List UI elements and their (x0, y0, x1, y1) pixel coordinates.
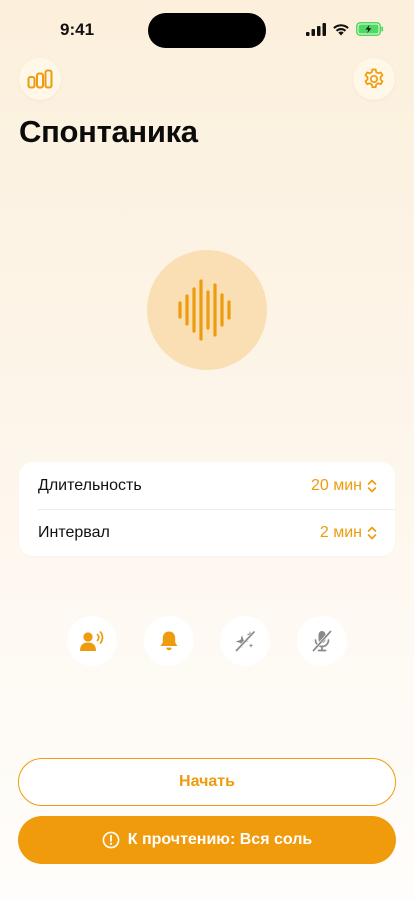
duration-row[interactable]: Длительность 20 мин (19, 462, 395, 509)
settings-button[interactable] (353, 58, 395, 100)
waveform-button[interactable] (147, 250, 267, 370)
wifi-icon (333, 23, 349, 35)
interval-value: 2 мин (319, 523, 362, 541)
chevron-up-down-icon (367, 526, 377, 539)
reading-button-label: К прочтению: Вся соль (127, 831, 313, 848)
gear-icon (364, 68, 384, 88)
sparkles-toggle[interactable] (220, 616, 270, 666)
status-time: 9:41 (60, 20, 95, 39)
option-toggles (0, 616, 414, 666)
start-button[interactable]: Начать (18, 758, 396, 806)
duration-value: 20 мин (310, 476, 362, 494)
voice-prompt-icon (80, 631, 104, 651)
bar-chart-icon (27, 69, 53, 89)
start-button-label: Начать (179, 773, 235, 790)
interval-label: Интервал (38, 523, 110, 541)
statistics-button[interactable] (19, 58, 61, 100)
session-settings-card: Длительность 20 мин Интервал 2 мин (19, 462, 395, 556)
microphone-toggle[interactable] (297, 616, 347, 666)
waveform-icon (178, 279, 231, 341)
status-bar: 9:41 (0, 0, 414, 56)
chevron-up-down-icon (367, 479, 377, 492)
dynamic-island (148, 13, 266, 48)
sparkles-off-icon (235, 630, 256, 652)
interval-row[interactable]: Интервал 2 мин (19, 509, 395, 556)
voice-prompt-toggle[interactable] (67, 616, 117, 666)
microphone-off-icon (312, 630, 332, 652)
status-icons (306, 22, 384, 36)
reading-button[interactable]: К прочтению: Вся соль (18, 816, 396, 864)
duration-picker[interactable]: 20 мин (311, 477, 377, 495)
page-title: Спонтаника (19, 114, 198, 149)
bell-toggle[interactable] (144, 616, 194, 666)
duration-label: Длительность (38, 476, 142, 494)
cellular-signal-icon (306, 22, 326, 36)
exclamation-circle-icon (102, 831, 120, 849)
bell-icon (160, 631, 178, 651)
interval-picker[interactable]: 2 мин (320, 524, 377, 542)
battery-charging-icon (356, 22, 384, 36)
